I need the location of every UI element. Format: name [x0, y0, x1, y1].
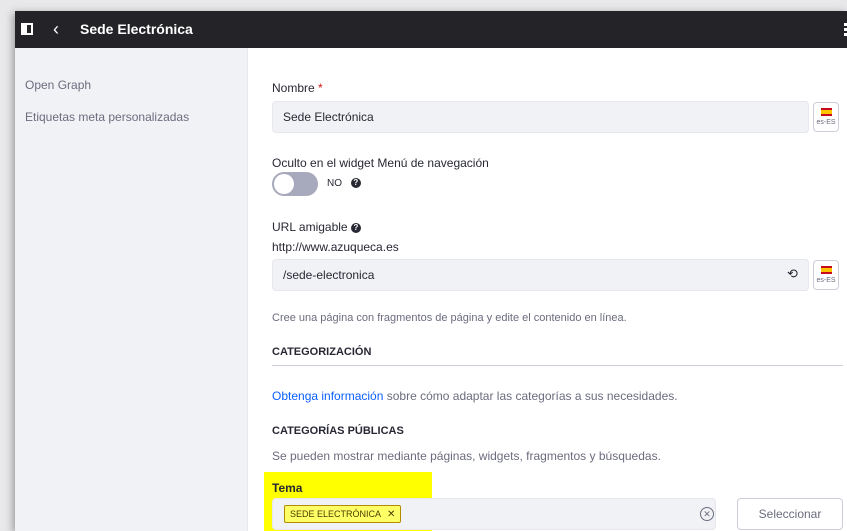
main-content: Nombre * Sede Electrónica es-ES Oculto e…	[247, 48, 847, 531]
toggle-knob	[274, 174, 294, 194]
category-tag: SEDE ELECTRÓNICA ✕	[284, 505, 402, 523]
required-mark: *	[318, 81, 323, 95]
toggle-state-label: NO ?	[327, 178, 361, 189]
nombre-label-text: Nombre	[272, 81, 315, 95]
sidebar-item-open-graph[interactable]: Open Graph	[25, 78, 91, 92]
sidebar-toggle-icon[interactable]	[21, 23, 33, 35]
clear-icon[interactable]: ✕	[700, 507, 714, 521]
url-label: URL amigable ?	[272, 220, 361, 234]
public-categories-title: CATEGORÍAS PÚBLICAS	[272, 425, 404, 437]
spain-flag-icon	[821, 108, 832, 116]
locale-selector-nombre[interactable]: es-ES	[813, 102, 839, 132]
back-chevron-icon[interactable]: ‹	[53, 20, 59, 38]
public-categories-desc: Se pueden mostrar mediante páginas, widg…	[272, 449, 661, 463]
hidden-toggle[interactable]	[272, 172, 318, 196]
locale-selector-url[interactable]: es-ES	[813, 260, 839, 290]
toggle-state-text: NO	[327, 178, 342, 189]
nombre-input[interactable]: Sede Electrónica	[272, 101, 809, 133]
sidebar: Open Graph Etiquetas meta personalizadas	[15, 48, 248, 531]
top-bar: ‹ Sede Electrónica	[15, 11, 847, 48]
categorization-title: CATEGORIZACIÓN	[272, 346, 372, 358]
info-text: sobre cómo adaptar las categorías a sus …	[383, 389, 678, 403]
nombre-label: Nombre *	[272, 81, 323, 95]
fragment-hint: Cree una página con fragmentos de página…	[272, 312, 627, 324]
sidebar-item-meta-tags[interactable]: Etiquetas meta personalizadas	[25, 110, 189, 124]
help-icon[interactable]: ?	[350, 222, 361, 233]
categorization-info: Obtenga información sobre cómo adaptar l…	[272, 389, 678, 403]
help-icon[interactable]: ?	[350, 178, 361, 189]
window: ‹ Sede Electrónica Open Graph Etiquetas …	[15, 11, 847, 531]
section-divider	[272, 365, 843, 366]
hidden-label: Oculto en el widget Menú de navegación	[272, 156, 489, 170]
category-tag-label: SEDE ELECTRÓNICA	[290, 509, 382, 519]
url-base: http://www.azuqueca.es	[272, 240, 399, 254]
locale-code: es-ES	[816, 277, 836, 284]
page-title: Sede Electrónica	[80, 21, 193, 37]
tema-label: Tema	[272, 481, 303, 495]
select-button[interactable]: Seleccionar	[737, 498, 843, 530]
url-label-text: URL amigable	[272, 220, 348, 234]
spain-flag-icon	[821, 266, 832, 274]
remove-tag-icon[interactable]: ✕	[387, 509, 395, 520]
locale-code: es-ES	[816, 119, 836, 126]
info-link[interactable]: Obtenga información	[272, 389, 383, 403]
url-input[interactable]: /sede-electronica	[272, 259, 809, 291]
history-icon[interactable]: ⟲	[787, 266, 798, 282]
